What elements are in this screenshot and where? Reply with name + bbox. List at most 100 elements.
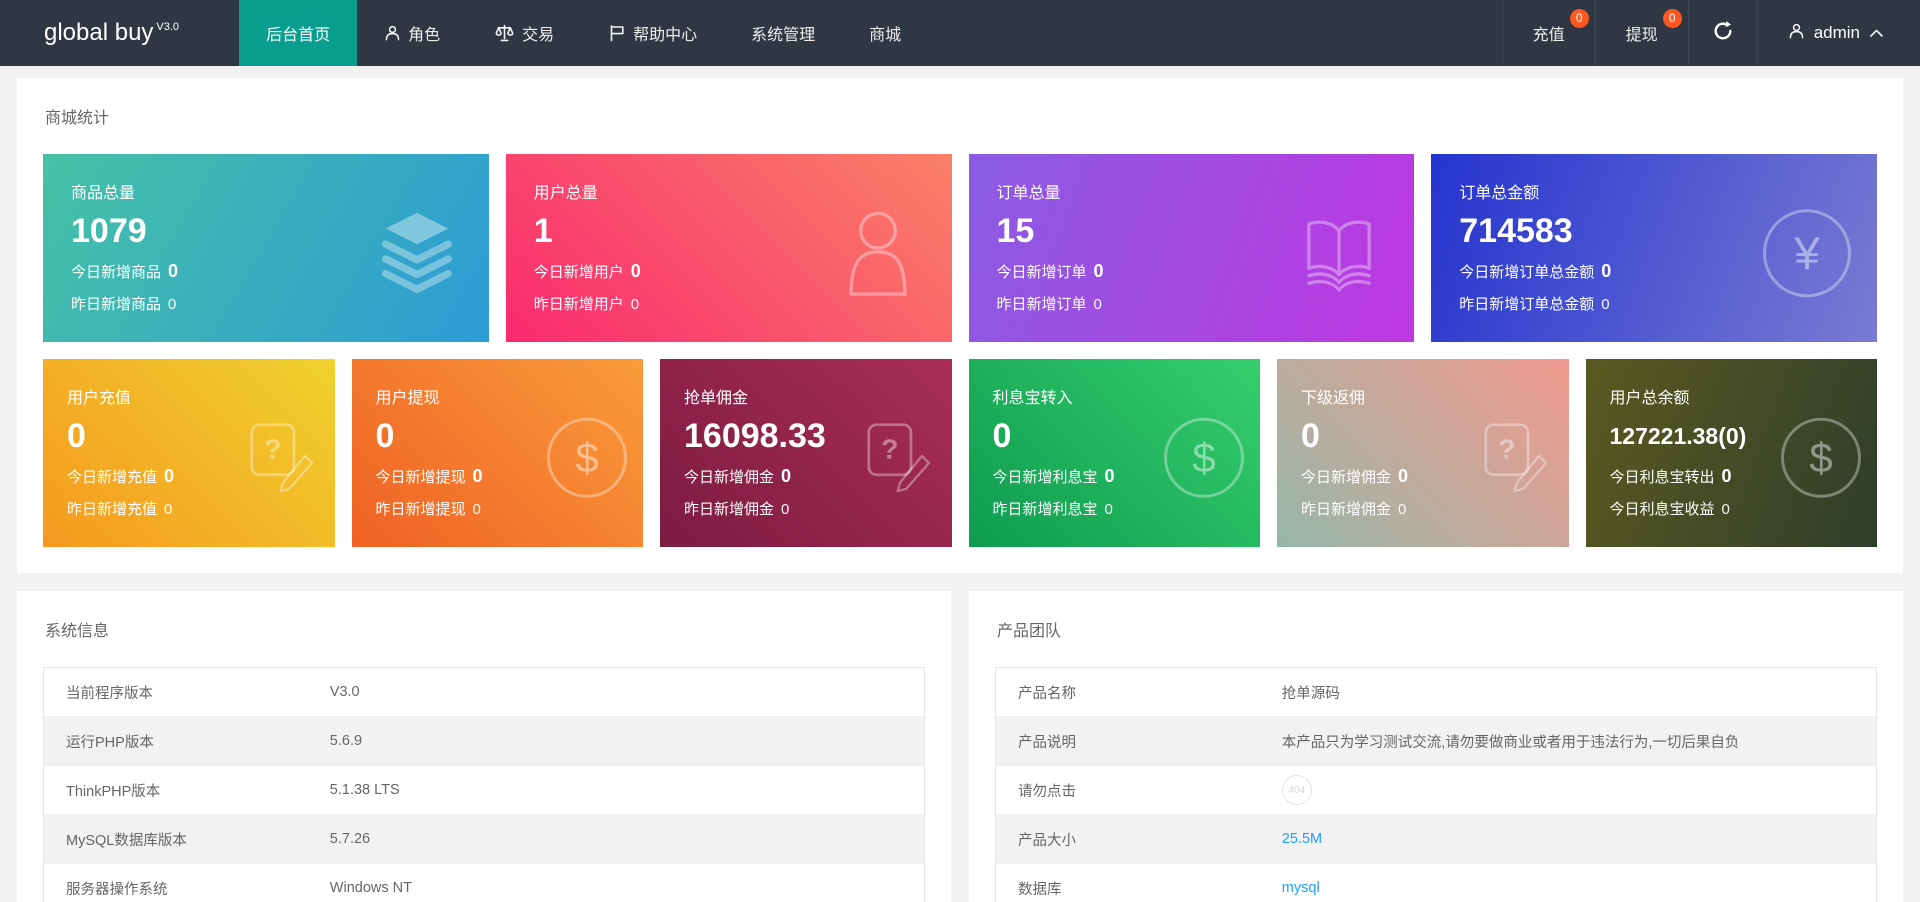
- badge-404[interactable]: 404: [1282, 775, 1312, 805]
- row-value: Windows NT: [308, 864, 925, 902]
- stat-card-user-recharge: 用户充值0今日新增充值0昨日新增充值0?: [43, 359, 335, 547]
- dollar-icon: $: [1781, 418, 1861, 498]
- stat-card-yesterday-value: 0: [631, 296, 639, 313]
- stat-card-title: 下级返佣: [1301, 384, 1545, 408]
- value-text: 5.1.38 LTS: [330, 782, 400, 798]
- stat-card-yesterday-label: 昨日新增充值: [67, 501, 157, 518]
- flag-icon: [608, 24, 626, 42]
- row-label: 产品说明: [996, 717, 1260, 766]
- withdraw-button[interactable]: 提现 0: [1595, 0, 1688, 66]
- recharge-button[interactable]: 充值0: [1502, 0, 1595, 66]
- stat-card-user-balance: 用户总余额127221.38(0)今日利息宝转出0今日利息宝收益0$: [1586, 359, 1878, 547]
- stat-card-today-value: 0: [1398, 466, 1408, 486]
- stat-card-users-total: 用户总量1今日新增用户0昨日新增用户0: [506, 154, 952, 342]
- stat-card-yesterday-value: 0: [473, 501, 481, 518]
- nav-item-trade[interactable]: 交易: [467, 0, 581, 66]
- stat-card-title: 抢单佣金: [684, 384, 928, 408]
- stat-card-yesterday-line: 昨日新增利息宝0: [993, 498, 1237, 519]
- mall-stats-panel: 商城统计 商品总量1079今日新增商品0昨日新增商品0用户总量1今日新增用户0昨…: [17, 78, 1903, 573]
- app-version: V3.0: [156, 21, 179, 33]
- refresh-button[interactable]: [1688, 0, 1757, 66]
- stat-card-title: 订单总金额: [1459, 179, 1849, 203]
- value-text: V3.0: [330, 684, 360, 700]
- stat-card-today-value: 0: [473, 466, 483, 486]
- row-label: 数据库: [996, 864, 1260, 902]
- stat-card-today-label: 今日新增提现: [376, 469, 466, 486]
- withdraw-badge: 0: [1663, 9, 1682, 28]
- stat-card-today-label: 今日新增佣金: [1301, 469, 1391, 486]
- withdraw-label: 提现: [1626, 21, 1658, 45]
- row-label: MySQL数据库版本: [44, 815, 308, 864]
- nav-item-help-center[interactable]: 帮助中心: [581, 0, 724, 66]
- nav-item-mall[interactable]: 商城: [842, 0, 928, 66]
- row-value: 5.1.38 LTS: [308, 766, 925, 815]
- row-value: 5.6.9: [308, 717, 925, 766]
- stat-card-order-amount: 订单总金额714583今日新增订单总金额0昨日新增订单总金额0¥: [1431, 154, 1877, 342]
- user-menu[interactable]: admin: [1757, 0, 1920, 66]
- stat-card-yesterday-label: 昨日新增用户: [534, 296, 624, 313]
- value-link[interactable]: mysql: [1282, 880, 1320, 896]
- stat-card-yesterday-label: 昨日新增商品: [71, 296, 161, 313]
- stat-card-yesterday-value: 0: [1722, 501, 1730, 518]
- product-team-panel: 产品团队 产品名称抢单源码产品说明本产品只为学习测试交流,请勿要做商业或者用于违…: [969, 591, 1903, 902]
- table-row: 产品名称抢单源码: [996, 668, 1877, 717]
- person-icon: [384, 24, 401, 42]
- table-row: MySQL数据库版本5.7.26: [44, 815, 925, 864]
- stat-card-today-value: 0: [1105, 466, 1115, 486]
- stat-card-user-withdraw: 用户提现0今日新增提现0昨日新增提现0$: [352, 359, 644, 547]
- system-info-panel: 系统信息 当前程序版本V3.0运行PHP版本5.6.9ThinkPHP版本5.1…: [17, 591, 951, 902]
- table-row: 产品大小 25.5M: [996, 815, 1877, 864]
- mall-stats-title: 商城统计: [45, 104, 1877, 128]
- stat-card-today-value: 0: [1601, 261, 1611, 281]
- bottom-panels: 系统信息 当前程序版本V3.0运行PHP版本5.6.9ThinkPHP版本5.1…: [17, 591, 1903, 902]
- stat-card-today-label: 今日新增充值: [67, 469, 157, 486]
- nav-item-dashboard[interactable]: 后台首页: [239, 0, 357, 66]
- svg-text:?: ?: [881, 433, 898, 464]
- row-label: 产品名称: [996, 668, 1260, 717]
- nav-item-roles[interactable]: 角色: [357, 0, 467, 66]
- recharge-label: 充值: [1533, 21, 1565, 45]
- stat-card-interest-in: 利息宝转入0今日新增利息宝0昨日新增利息宝0$: [969, 359, 1261, 547]
- value-link[interactable]: 25.5M: [1282, 831, 1322, 847]
- stat-card-today-value: 0: [631, 261, 641, 281]
- row-label: 运行PHP版本: [44, 717, 308, 766]
- stat-card-goods-total: 商品总量1079今日新增商品0昨日新增商品0: [43, 154, 489, 342]
- layers-icon: [371, 204, 463, 305]
- yen-icon: ¥: [1763, 209, 1851, 297]
- stat-card-orders-total: 订单总量15今日新增订单0昨日新增订单0: [969, 154, 1415, 342]
- stat-card-today-label: 今日新增商品: [71, 264, 161, 281]
- row-value: 5.7.26: [308, 815, 925, 864]
- nav-item-label: 帮助中心: [633, 21, 697, 45]
- table-row: ThinkPHP版本5.1.38 LTS: [44, 766, 925, 815]
- row-value: 本产品只为学习测试交流,请勿要做商业或者用于违法行为,一切后果自负: [1260, 717, 1877, 766]
- nav-item-label: 交易: [522, 21, 554, 45]
- user-icon: [830, 202, 926, 307]
- stats-row-primary: 商品总量1079今日新增商品0昨日新增商品0用户总量1今日新增用户0昨日新增用户…: [43, 154, 1877, 342]
- stat-card-today-value: 0: [168, 261, 178, 281]
- stat-card-today-value: 0: [1722, 466, 1732, 486]
- system-info-title: 系统信息: [45, 617, 925, 641]
- main-menu: 后台首页角色 交易 帮助中心 系统管理 商城: [239, 0, 928, 66]
- value-text: Windows NT: [330, 880, 412, 896]
- stat-card-yesterday-label: 昨日新增佣金: [684, 501, 774, 518]
- product-team-table: 产品名称抢单源码产品说明本产品只为学习测试交流,请勿要做商业或者用于违法行为,一…: [995, 667, 1877, 902]
- table-row: 数据库 mysql: [996, 864, 1877, 902]
- table-row: 请勿点击 404: [996, 766, 1877, 815]
- docq-icon: ?: [850, 413, 936, 504]
- stat-card-yesterday-value: 0: [168, 296, 176, 313]
- row-label: 产品大小: [996, 815, 1260, 864]
- stat-card-title: 用户提现: [376, 384, 620, 408]
- row-label: 请勿点击: [996, 766, 1260, 815]
- stat-card-grab-commission: 抢单佣金16098.33今日新增佣金0昨日新增佣金0?: [660, 359, 952, 547]
- stat-card-yesterday-label: 昨日新增订单总金额: [1459, 296, 1594, 313]
- user-icon: [1788, 22, 1805, 45]
- app-logo: global buy V3.0: [0, 0, 239, 66]
- nav-item-label: 系统管理: [751, 21, 815, 45]
- stat-card-title: 利息宝转入: [993, 384, 1237, 408]
- top-navbar: global buy V3.0 后台首页角色交易帮助中心系统管理商城 充值0提现…: [0, 0, 1920, 66]
- row-label: 服务器操作系统: [44, 864, 308, 902]
- navbar-right: 充值0 提现 0 admin: [1502, 0, 1920, 66]
- svg-text:?: ?: [1498, 433, 1515, 464]
- stat-card-today-value: 0: [164, 466, 174, 486]
- nav-item-system-admin[interactable]: 系统管理: [724, 0, 842, 66]
